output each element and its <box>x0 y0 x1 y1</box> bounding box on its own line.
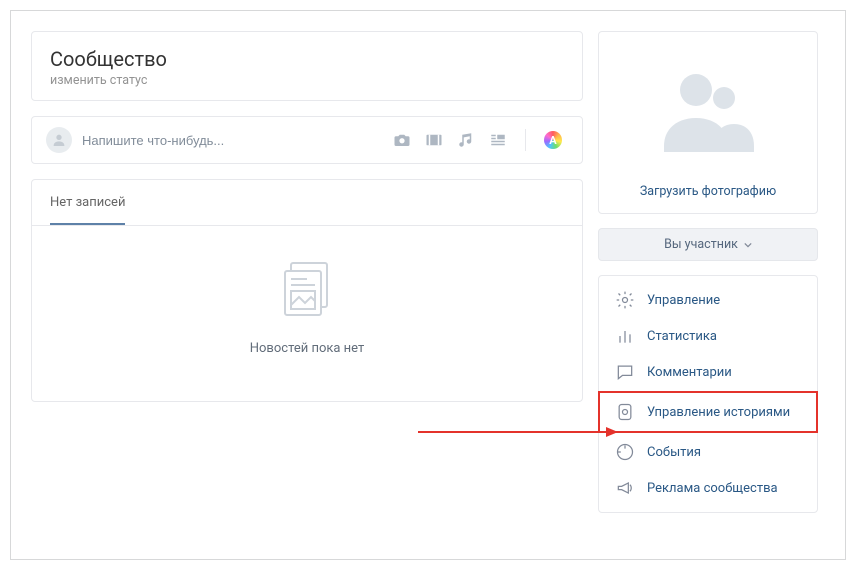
compose-input[interactable] <box>82 133 393 148</box>
tab-no-posts[interactable]: Нет записей <box>50 180 125 225</box>
comment-icon <box>615 362 635 382</box>
compose-divider <box>525 129 526 151</box>
poster-icon[interactable]: A <box>544 131 562 149</box>
status-edit-link[interactable]: изменить статус <box>50 73 564 88</box>
compose-box[interactable]: A <box>31 116 583 164</box>
gear-icon <box>615 290 635 310</box>
menu-item-stats[interactable]: Статистика <box>599 318 817 354</box>
menu-label: События <box>647 445 701 460</box>
community-header: Сообщество изменить статус <box>31 31 583 101</box>
menu-label: Статистика <box>647 329 717 344</box>
photo-card: Загрузить фотографию <box>598 31 818 214</box>
music-icon[interactable] <box>457 131 475 149</box>
menu-item-stories[interactable]: Управление историями <box>599 392 817 432</box>
menu-item-ads[interactable]: Реклама сообщества <box>599 470 817 506</box>
stories-icon <box>615 402 635 422</box>
camera-icon[interactable] <box>393 131 411 149</box>
upload-photo-link[interactable]: Загрузить фотографию <box>611 184 805 199</box>
community-title: Сообщество <box>50 47 564 71</box>
menu-label: Управление <box>647 293 720 308</box>
menu-label: Управление историями <box>647 405 790 420</box>
empty-news-icon <box>32 261 582 323</box>
membership-label: Вы участник <box>664 237 738 252</box>
community-avatar-placeholder-icon <box>611 64 805 158</box>
menu-item-events[interactable]: События <box>599 434 817 470</box>
admin-menu: Управление Статистика Комментарии Управл… <box>598 275 818 513</box>
megaphone-icon <box>615 478 635 498</box>
empty-news-text: Новостей пока нет <box>32 341 582 356</box>
stats-icon <box>615 326 635 346</box>
menu-label: Комментарии <box>647 365 732 380</box>
posts-panel: Нет записей Новостей пока нет <box>31 179 583 402</box>
event-icon <box>615 442 635 462</box>
membership-button[interactable]: Вы участник <box>598 228 818 261</box>
menu-item-comments[interactable]: Комментарии <box>599 354 817 390</box>
menu-item-manage[interactable]: Управление <box>599 282 817 318</box>
chevron-down-icon <box>744 241 752 249</box>
menu-label: Реклама сообщества <box>647 481 778 496</box>
compose-avatar-icon <box>46 127 72 153</box>
video-icon[interactable] <box>425 131 443 149</box>
article-icon[interactable] <box>489 131 507 149</box>
